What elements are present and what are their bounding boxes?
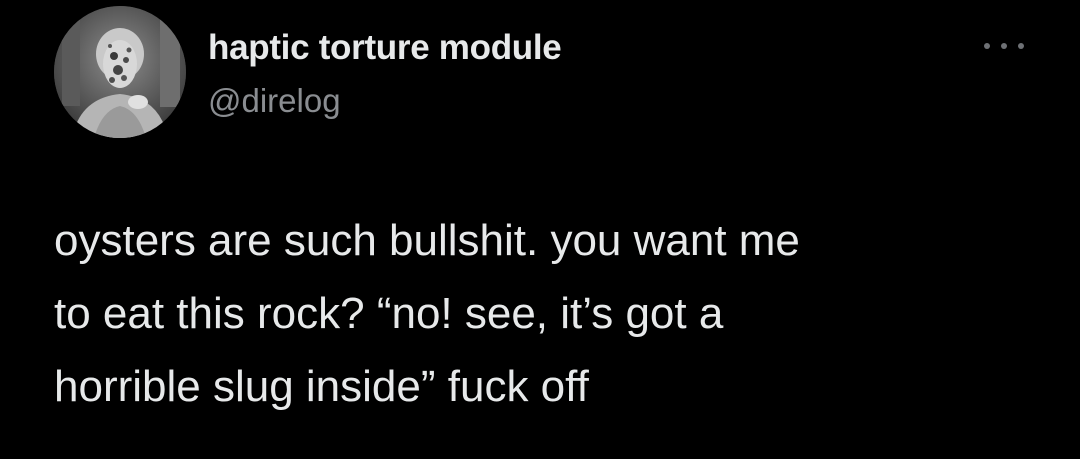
- avatar-photo-icon: [54, 6, 186, 138]
- more-dot: [1018, 43, 1024, 49]
- display-name[interactable]: haptic torture module: [208, 28, 562, 68]
- tweet-card: haptic torture module @direlog oysters a…: [0, 0, 1080, 459]
- more-dot: [1001, 43, 1007, 49]
- username-handle[interactable]: @direlog: [208, 82, 341, 120]
- avatar[interactable]: [54, 6, 186, 138]
- tweet-text: oysters are such bullshit. you want me t…: [54, 204, 1054, 423]
- tweet-text-line: horrible slug inside” fuck off: [54, 362, 589, 411]
- tweet-text-line: to eat this rock? “no! see, it’s got a: [54, 289, 724, 338]
- more-dot: [984, 43, 990, 49]
- more-options-icon[interactable]: [984, 36, 1024, 56]
- tweet-text-line: oysters are such bullshit. you want me: [54, 216, 800, 265]
